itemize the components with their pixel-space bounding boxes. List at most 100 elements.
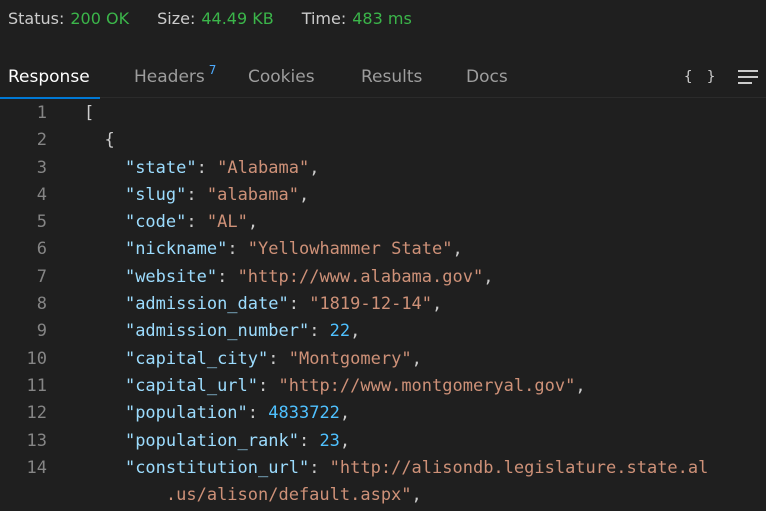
json-key: "website" (124, 266, 218, 287)
json-string-value: "Yellowhammer State" (247, 239, 453, 260)
time-value: 483 ms (352, 8, 412, 28)
tab-headers-label: Headers (134, 67, 205, 87)
code-line: .us/alison/default.aspx", (0, 482, 766, 509)
line-number: 10 (26, 348, 47, 369)
tab-response-label: Response (8, 67, 90, 87)
line-content: "capital_url": "http://www.montgomeryal.… (84, 373, 586, 400)
code-line: 7 "website": "http://www.alabama.gov", (0, 264, 766, 291)
json-punctuation: , (339, 430, 351, 451)
line-content: "admission_number": 22, (84, 318, 360, 345)
code-line: 12 "population": 4833722, (0, 400, 766, 427)
response-body-viewer[interactable]: 1[2 {3 "state": "Alabama", 4 "slug": "ala… (0, 100, 766, 511)
json-punctuation: , (575, 375, 586, 396)
json-key: "admission_date" (124, 294, 289, 315)
json-number-value: 22 (329, 321, 351, 342)
json-punctuation: [ (84, 103, 95, 123)
json-key: "capital_url" (124, 375, 259, 396)
json-punctuation: : (247, 403, 269, 424)
json-punctuation: : (196, 157, 218, 178)
json-punctuation: , (339, 403, 351, 424)
line-number: 1 (36, 103, 47, 123)
json-string-value: "http://www.alabama.gov" (237, 266, 484, 287)
line-content: "capital_city": "Montgomery", (84, 346, 422, 373)
line-number: 14 (26, 457, 47, 478)
code-line: 8 "admission_date": "1819-12-14", (0, 291, 766, 318)
json-string-value: "alabama" (206, 184, 299, 205)
tab-response[interactable]: Response (0, 56, 100, 99)
tab-cookies[interactable]: Cookies (248, 56, 315, 98)
json-punctuation: , (452, 239, 463, 260)
tab-results[interactable]: Results (361, 56, 422, 98)
json-key: "capital_city" (124, 348, 269, 369)
json-string-value: "AL" (206, 212, 248, 233)
json-punctuation: : (309, 457, 330, 478)
json-key: "nickname" (124, 239, 228, 260)
code-line: 6 "nickname": "Yellowhammer State", (0, 236, 766, 263)
json-punctuation: : (298, 430, 320, 451)
tab-results-label: Results (361, 67, 423, 87)
json-punctuation: , (483, 266, 494, 287)
code-line: 9 "admission_number": 22, (0, 318, 766, 345)
tab-docs[interactable]: Docs (466, 56, 508, 98)
status-label: Status: (8, 8, 65, 28)
json-key: "slug" (124, 184, 187, 205)
line-content: "nickname": "Yellowhammer State", (84, 236, 463, 263)
tab-headers[interactable]: Headers 7 (134, 56, 216, 98)
menu-icon (738, 70, 758, 84)
json-punctuation: : (186, 184, 207, 205)
json-key: "admission_number" (124, 321, 310, 342)
line-content: "population_rank": 23, (84, 428, 350, 455)
response-tab-bar: Response Headers 7 Cookies Results Docs … (0, 56, 766, 99)
time-indicator: Time: 483 ms (302, 9, 412, 28)
code-line: 10 "capital_city": "Montgomery", (0, 346, 766, 373)
line-content: "admission_date": "1819-12-14", (84, 291, 442, 318)
line-number: 4 (36, 184, 47, 205)
more-menu-button[interactable] (738, 56, 758, 98)
json-number-value: 4833722 (268, 403, 340, 424)
json-string-value: "Alabama" (217, 157, 310, 178)
json-key: "code" (124, 212, 187, 233)
line-number: 12 (26, 403, 47, 424)
json-punctuation: : (268, 348, 289, 369)
line-content: "slug": "alabama", (84, 182, 309, 209)
json-string-value: .us/alison/default.aspx" (165, 485, 412, 506)
json-punctuation: { (84, 130, 115, 151)
line-number: 13 (26, 430, 47, 451)
json-string-value: "1819-12-14" (309, 294, 433, 315)
json-string-value: "http://alisondb.legislature.state.al (329, 457, 709, 478)
json-punctuation: : (309, 321, 330, 342)
json-punctuation: , (411, 348, 422, 369)
line-content: "population": 4833722, (84, 400, 350, 427)
line-number: 8 (36, 294, 47, 315)
json-punctuation: : (288, 294, 310, 315)
json-punctuation: , (309, 157, 320, 178)
time-label: Time: (301, 8, 347, 28)
json-key: "population_rank" (124, 430, 299, 451)
json-key: "constitution_url" (124, 457, 310, 478)
json-key: "population" (124, 403, 248, 424)
line-number: 7 (36, 266, 47, 287)
format-json-button[interactable]: { } (684, 56, 718, 98)
json-key: "state" (124, 157, 197, 178)
code-line: 1[ (0, 100, 766, 127)
tab-cookies-label: Cookies (248, 67, 315, 87)
size-label: Size: (157, 8, 196, 28)
braces-icon: { } (684, 69, 719, 85)
line-content: [ (84, 100, 94, 127)
code-line: 3 "state": "Alabama", (0, 155, 766, 182)
line-number: 5 (36, 212, 47, 233)
tab-docs-label: Docs (466, 67, 508, 87)
code-line: 2 { (0, 127, 766, 154)
json-punctuation: , (247, 212, 259, 233)
json-string-value: "http://www.montgomeryal.gov" (278, 375, 576, 396)
line-number: 2 (36, 130, 47, 151)
